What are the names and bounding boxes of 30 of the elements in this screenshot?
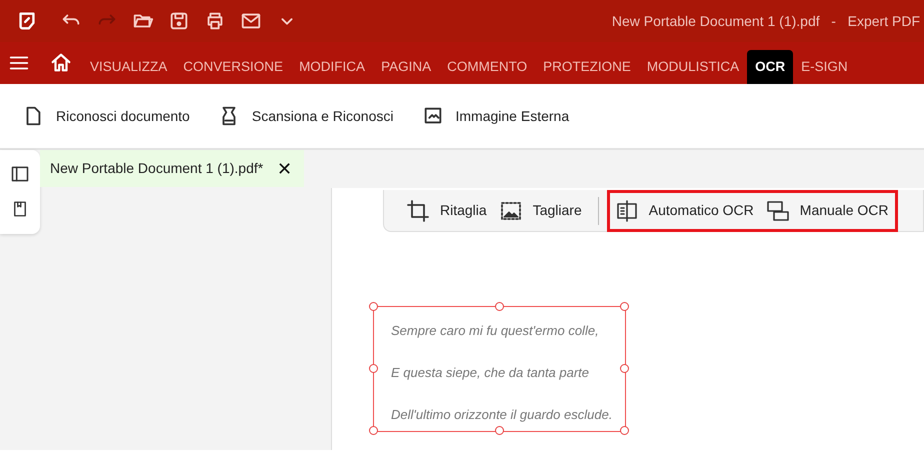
tab-title: New Portable Document 1 (1).pdf*	[50, 159, 264, 178]
bookmark-icon[interactable]	[11, 200, 29, 218]
text-line: Sempre caro mi fu quest'ermo colle,	[391, 322, 599, 340]
text-column-icon	[614, 198, 639, 222]
menu-tab[interactable]: PROTEZIONE	[535, 50, 639, 84]
ribbon-button[interactable]: Riconosci documento	[8, 105, 204, 127]
menu-tab[interactable]: COMMENTO	[439, 50, 536, 84]
tool-button[interactable]: Automatico OCR	[614, 198, 754, 222]
ribbon-button[interactable]: Scansiona e Riconosci	[204, 105, 408, 127]
document-tab[interactable]: New Portable Document 1 (1).pdf* ✕	[40, 150, 304, 187]
close-button[interactable]: ✕	[277, 160, 292, 178]
tool-button[interactable]: Tagliare	[498, 198, 582, 222]
menu-tab[interactable]: CONVERSIONE	[175, 50, 292, 84]
menu-tab[interactable]: E-SIGN	[793, 50, 856, 84]
ribbon-button[interactable]: Immagine Esterna	[408, 105, 584, 127]
menu-tab[interactable]: OCR	[747, 50, 794, 84]
crop-icon	[406, 198, 430, 222]
home-icon[interactable]	[50, 52, 72, 74]
frames-icon	[766, 198, 790, 222]
tool-button[interactable]: Ritaglia	[406, 198, 487, 222]
menu-tab[interactable]: PAGINA	[373, 50, 440, 84]
tool-button[interactable]: Manuale OCR	[766, 198, 888, 222]
text-line: Dell'ultimo orizzonte il guardo esclude.	[391, 406, 612, 424]
menu-tab[interactable]: MODIFICA	[291, 50, 374, 84]
text-line: E questa siepe, che da tanta parte	[391, 364, 590, 382]
panel-icon[interactable]	[10, 164, 30, 184]
save-icon[interactable]	[168, 10, 190, 32]
window-title: New Portable Document 1 (1).pdf - Expert PDF	[612, 12, 920, 31]
menu-tab[interactable]: MODULISTICA	[638, 50, 748, 84]
menu-tab[interactable]: VISUALIZZA	[82, 50, 176, 84]
